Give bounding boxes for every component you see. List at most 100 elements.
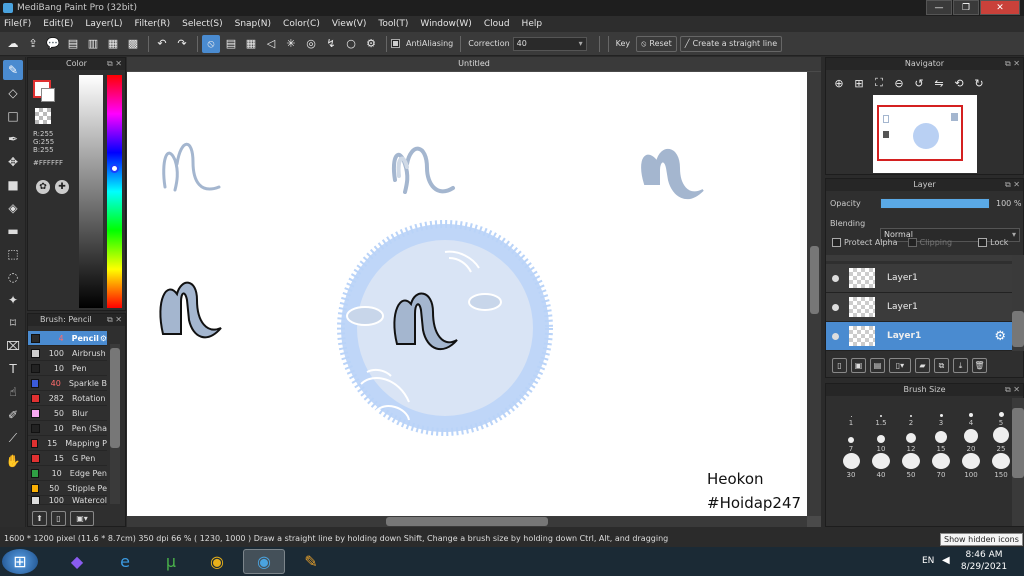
brush-size-option[interactable]: 40 (866, 453, 896, 479)
palette-icon[interactable]: ✿ (36, 180, 50, 194)
layer-list-scrollbar[interactable] (1012, 255, 1024, 351)
pen-tool-icon[interactable]: ✒ (3, 129, 23, 149)
rotate-right-icon[interactable]: ↻ (970, 74, 988, 92)
menu-tool[interactable]: Tool(T) (378, 19, 408, 29)
brush-size-option[interactable]: 15 (926, 427, 956, 453)
eraser-tool-icon[interactable]: ◇ (3, 83, 23, 103)
gradient-tool-icon[interactable]: ▬ (3, 221, 23, 241)
brush-size-option[interactable]: 3 (926, 401, 956, 427)
new-8bit-layer-icon[interactable]: ▤ (870, 358, 885, 373)
zoom-out-icon[interactable]: ⊖ (890, 74, 908, 92)
transparent-color-swatch[interactable] (35, 108, 51, 124)
snap-off-icon[interactable]: ⦸ (202, 34, 220, 53)
fit-icon[interactable]: ⛶ (870, 74, 888, 92)
rect-select-tool-icon[interactable]: □ (3, 106, 23, 126)
navigator-preview[interactable] (873, 95, 977, 173)
background-color-swatch[interactable] (41, 88, 55, 102)
hue-slider-handle[interactable] (110, 164, 119, 173)
lasso-tool-icon[interactable]: ◌ (3, 267, 23, 287)
brush-item[interactable]: 10 Edge Pen (28, 466, 107, 481)
reset-rotation-icon[interactable]: ⟲ (950, 74, 968, 92)
flip-icon[interactable]: ⇋ (930, 74, 948, 92)
opacity-slider[interactable] (880, 198, 990, 209)
visibility-icon[interactable] (832, 303, 839, 311)
brush-item[interactable]: 15 G Pen (28, 451, 107, 466)
menu-filter[interactable]: Filter(R) (135, 19, 171, 29)
drawing-canvas[interactable]: Heokon #Hoidap247 (127, 72, 807, 516)
duplicate-layer-icon[interactable]: ⧉ (934, 358, 949, 373)
cloud-icon[interactable]: ☁ (4, 35, 22, 53)
start-button-icon[interactable]: ⊞ (2, 549, 38, 574)
select-pen-tool-icon[interactable]: ⌑ (3, 313, 23, 333)
minimize-button[interactable]: — (926, 0, 952, 15)
circle-snap-icon[interactable]: ○ (342, 35, 360, 53)
correction-select[interactable]: 40 (512, 36, 587, 51)
settings-gear-icon[interactable]: ⚙ (362, 35, 380, 53)
concentric-snap-icon[interactable]: ◎ (302, 35, 320, 53)
brush-size-option[interactable]: 7 (836, 427, 866, 453)
menu-help[interactable]: Help (522, 19, 543, 29)
clipping-checkbox[interactable] (907, 238, 917, 247)
lock-checkbox[interactable] (978, 238, 988, 247)
divide-tool-icon[interactable]: ⟋ (3, 428, 23, 448)
navigator-close-icon[interactable]: ⧉ ✕ (1005, 58, 1020, 70)
layer-row[interactable]: Layer1 (826, 293, 1012, 322)
layer-row[interactable]: Layer1 (826, 264, 1012, 293)
new-halftone-layer-icon[interactable]: ▣ (851, 358, 866, 373)
select-eraser-tool-icon[interactable]: ⌧ (3, 336, 23, 356)
eyedropper-tool-icon[interactable]: ✐ (3, 405, 23, 425)
hand-tool-icon[interactable]: ✋ (3, 451, 23, 471)
brush-item[interactable]: 100 Watercol (28, 496, 107, 505)
brush-item[interactable]: 100 Airbrush (28, 346, 107, 361)
menu-view[interactable]: View(V) (332, 19, 367, 29)
new-brush-icon[interactable]: ▯ (51, 511, 66, 526)
upload-icon[interactable]: ⇪ (24, 35, 42, 53)
brush-item[interactable]: 50 Stipple Pe (28, 481, 107, 496)
brush-item-pencil[interactable]: 4 Pencil ⚙ (28, 331, 107, 346)
menu-color[interactable]: Color(C) (283, 19, 320, 29)
paint-icon[interactable]: ✎ (290, 549, 332, 574)
brush-item[interactable]: 50 Blur (28, 406, 107, 421)
brush-size-option[interactable]: 50 (896, 453, 926, 479)
brush-size-option[interactable]: 100 (956, 453, 986, 479)
text-tool-icon[interactable]: T (3, 359, 23, 379)
brush-list-scrollbar[interactable] (110, 344, 120, 504)
zoom-100-icon[interactable]: ⊞ (850, 74, 868, 92)
undo-icon[interactable]: ↶ (153, 35, 171, 53)
brush-size-option[interactable]: 2 (896, 401, 926, 427)
bucket-tool-icon[interactable]: ◈ (3, 198, 23, 218)
volume-icon[interactable]: ◀ (942, 555, 950, 566)
brush-menu-icon[interactable]: ▣▾ (70, 511, 94, 526)
new-layer-menu-icon[interactable]: ▯▾ (889, 358, 911, 373)
brush-size-option[interactable]: 30 (836, 453, 866, 479)
chat-icon[interactable]: ▤ (64, 35, 82, 53)
page-icon[interactable]: ▥ (84, 35, 102, 53)
visibility-icon[interactable] (832, 274, 839, 282)
brush-size-option[interactable]: 4 (956, 401, 986, 427)
redo-icon[interactable]: ↷ (173, 35, 191, 53)
maximize-button[interactable]: ❐ (953, 0, 979, 15)
brush-size-option[interactable]: 1.5 (866, 401, 896, 427)
visibility-icon[interactable] (832, 332, 839, 340)
vanishing-snap-icon[interactable]: ◁ (262, 35, 280, 53)
hue-slider[interactable] (107, 75, 122, 308)
language-indicator[interactable]: EN (922, 556, 934, 566)
new-layer-icon[interactable]: ▯ (832, 358, 847, 373)
curve-snap-icon[interactable]: ↯ (322, 35, 340, 53)
operation-tool-icon[interactable]: ☝ (3, 382, 23, 402)
cross-snap-icon[interactable]: ▦ (242, 35, 260, 53)
internet-explorer-icon[interactable]: e (104, 549, 146, 574)
brush-item[interactable]: 15 Mapping P (28, 436, 107, 451)
protect-alpha-checkbox[interactable] (832, 238, 841, 247)
magic-wand-tool-icon[interactable]: ✦ (3, 290, 23, 310)
brush-size-option[interactable]: 70 (926, 453, 956, 479)
clock[interactable]: 8:46 AM 8/29/2021 (956, 549, 1012, 573)
select-tool-icon[interactable]: ⬚ (3, 244, 23, 264)
add-brush-icon[interactable]: ⬆ (32, 511, 47, 526)
parallel-snap-icon[interactable]: ▤ (222, 35, 240, 53)
radial-snap-icon[interactable]: ✳ (282, 35, 300, 53)
comment-icon[interactable]: 💬 (44, 35, 62, 53)
zoom-in-icon[interactable]: ⊕ (830, 74, 848, 92)
chrome-icon[interactable]: ◉ (196, 549, 238, 574)
straight-line-button[interactable]: ╱ Create a straight line (679, 35, 783, 52)
